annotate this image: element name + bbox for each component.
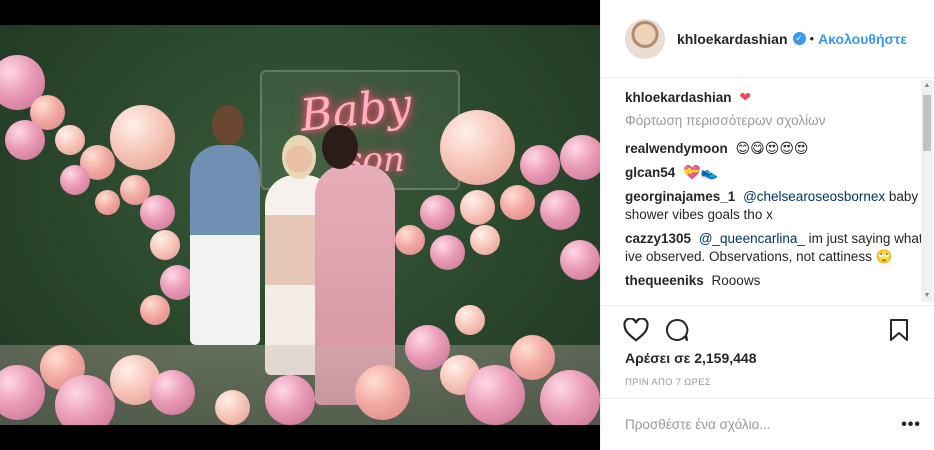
load-more-comments-button[interactable]: Φόρτωση περισσότερων σχολίων: [625, 113, 923, 128]
follow-button[interactable]: Ακολουθήστε: [818, 31, 907, 47]
scrollbar-thumb[interactable]: [923, 95, 931, 151]
post-header: khloekardashian ✓ • Ακολουθήστε: [601, 0, 934, 78]
comment-text: 💝👟: [683, 165, 718, 181]
balloon: [430, 235, 465, 270]
balloon: [460, 190, 495, 225]
balloon: [265, 375, 315, 425]
balloon: [140, 195, 175, 230]
comment-text: 😊😋😍😍😍: [735, 141, 809, 157]
comment-username[interactable]: glcan54: [625, 165, 675, 180]
person-center-head: [282, 135, 316, 179]
balloon: [95, 190, 120, 215]
comments-list: khloekardashian ❤ Φόρτωση περισσότερων σ…: [601, 79, 923, 304]
comment-username[interactable]: thequeeniks: [625, 273, 704, 288]
balloon: [560, 135, 600, 180]
comment-item: glcan54 💝👟: [625, 164, 923, 182]
person-left-head: [212, 105, 244, 145]
balloon: [540, 370, 600, 425]
balloon: [420, 195, 455, 230]
comment-mention[interactable]: @chelsearoseosbornex: [743, 189, 885, 204]
bookmark-icon[interactable]: [889, 318, 909, 342]
avatar[interactable]: [625, 18, 665, 59]
heart-icon[interactable]: [623, 318, 649, 342]
person-left: [190, 145, 260, 345]
comment-item: cazzy1305 @_queencarlina_ im just saying…: [625, 230, 923, 266]
balloon: [510, 335, 555, 380]
balloon: [540, 190, 580, 230]
person-right-head: [322, 125, 358, 169]
separator-dot: •: [809, 31, 815, 46]
balloon: [440, 110, 515, 185]
caption: khloekardashian ❤: [625, 89, 923, 107]
post-side-panel: khloekardashian ✓ • Ακολουθήστε khloekar…: [600, 0, 934, 450]
comment-item: thequeeniks Rooows: [625, 272, 923, 290]
comment-username[interactable]: realwendymoon: [625, 141, 728, 156]
comment-username[interactable]: cazzy1305: [625, 231, 691, 246]
caption-username[interactable]: khloekardashian: [625, 90, 732, 105]
balloon: [150, 370, 195, 415]
post-image[interactable]: Baby son: [0, 25, 600, 425]
balloon: [470, 225, 500, 255]
header-username[interactable]: khloekardashian: [677, 31, 788, 47]
comments-scrollbar[interactable]: ▲ ▼: [921, 80, 933, 302]
add-comment-bar: •••: [601, 398, 934, 450]
balloon: [150, 230, 180, 260]
comment-input[interactable]: [625, 417, 902, 432]
caption-text: ❤: [739, 90, 752, 106]
balloon: [395, 225, 425, 255]
post-timestamp[interactable]: ΠΡΙΝ ΑΠΟ 7 ΩΡΕΣ: [625, 377, 711, 388]
balloon: [465, 365, 525, 425]
scroll-up-arrow-icon[interactable]: ▲: [921, 80, 933, 92]
comment-text: Rooows: [711, 273, 761, 288]
likes-count[interactable]: Αρέσει σε 2,159,448: [625, 350, 756, 366]
balloon: [355, 365, 410, 420]
scroll-down-arrow-icon[interactable]: ▼: [921, 290, 933, 302]
balloon: [455, 305, 485, 335]
balloon: [520, 145, 560, 185]
more-options-button[interactable]: •••: [901, 416, 921, 434]
balloon: [215, 390, 250, 425]
verified-badge-icon: ✓: [792, 32, 806, 45]
comment-icon[interactable]: [665, 318, 689, 342]
post-actions: [601, 305, 934, 349]
balloon: [500, 185, 535, 220]
comment-item: georginajames_1 @chelsearoseosbornex bab…: [625, 188, 923, 224]
comment-mention[interactable]: @_queencarlina_: [699, 231, 805, 246]
balloon: [55, 125, 85, 155]
balloon: [140, 295, 170, 325]
comment-username[interactable]: georginajames_1: [625, 189, 735, 204]
balloon: [5, 120, 45, 160]
balloon: [110, 105, 175, 170]
post-photo-panel: Baby son: [0, 0, 600, 450]
balloon: [560, 240, 600, 280]
balloon: [60, 165, 90, 195]
comment-item: realwendymoon 😊😋😍😍😍: [625, 140, 923, 158]
